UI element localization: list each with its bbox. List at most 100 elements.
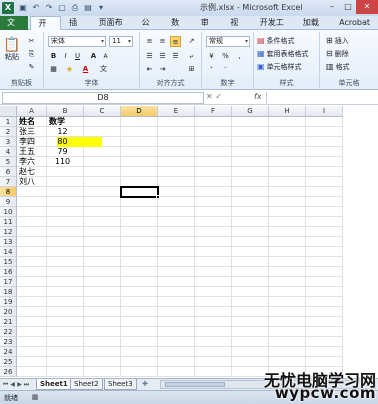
- tab-data[interactable]: 数据: [163, 16, 193, 41]
- tab-developer[interactable]: 开发工具: [252, 16, 295, 41]
- customize-qat-icon[interactable]: ▾: [96, 3, 106, 13]
- last-sheet-icon[interactable]: ⏭: [23, 380, 30, 389]
- phonetic-button[interactable]: 文: [98, 64, 109, 75]
- row-header-1[interactable]: 1: [0, 117, 17, 127]
- column-header-g[interactable]: G: [232, 106, 269, 117]
- font-name-combo[interactable]: 宋体 ▾: [48, 36, 106, 47]
- row-header-8[interactable]: 8: [0, 187, 17, 197]
- cell-b2[interactable]: 12: [47, 127, 78, 137]
- tab-home[interactable]: 开始: [29, 15, 62, 42]
- align-right-icon[interactable]: ☰: [170, 51, 181, 62]
- sheet-tab-sheet2[interactable]: Sheet2: [70, 379, 103, 390]
- enter-icon[interactable]: ✓: [215, 92, 222, 101]
- row-header-20[interactable]: 20: [0, 307, 17, 317]
- row-header-4[interactable]: 4: [0, 147, 17, 157]
- row-header-22[interactable]: 22: [0, 327, 17, 337]
- tab-page-layout[interactable]: 页面布局: [91, 16, 134, 41]
- row-header-12[interactable]: 12: [0, 227, 17, 237]
- format-as-table-button[interactable]: ▦ 套用表格格式: [257, 48, 309, 59]
- row-header-10[interactable]: 10: [0, 207, 17, 217]
- select-all-corner[interactable]: [0, 106, 17, 117]
- merge-center-icon[interactable]: ⊞: [186, 64, 197, 75]
- formula-input[interactable]: [266, 92, 376, 104]
- row-header-7[interactable]: 7: [0, 177, 17, 187]
- cell-a1[interactable]: 姓名: [19, 117, 47, 127]
- row-header-9[interactable]: 9: [0, 197, 17, 207]
- currency-icon[interactable]: ¥: [206, 51, 217, 62]
- close-icon[interactable]: ✕: [356, 0, 378, 14]
- delete-cells-button[interactable]: ⊟ 删除: [326, 48, 349, 59]
- cut-icon[interactable]: ✂: [26, 36, 37, 47]
- row-header-2[interactable]: 2: [0, 127, 17, 137]
- column-header-e[interactable]: E: [158, 106, 195, 117]
- column-header-i[interactable]: I: [306, 106, 343, 117]
- borders-icon[interactable]: ▦: [48, 64, 59, 75]
- wrap-text-icon[interactable]: ⤶: [186, 51, 197, 62]
- maximize-icon[interactable]: □: [340, 0, 356, 14]
- row-header-14[interactable]: 14: [0, 247, 17, 257]
- grow-font-button[interactable]: A: [88, 51, 99, 62]
- fill-color-icon[interactable]: ◈: [64, 64, 75, 75]
- decrease-indent-icon[interactable]: ⇤: [144, 64, 155, 75]
- align-top-icon[interactable]: ≡: [144, 36, 155, 47]
- sheet-tab-sheet1[interactable]: Sheet1: [36, 379, 72, 390]
- scroll-thumb[interactable]: [165, 382, 225, 387]
- row-header-13[interactable]: 13: [0, 237, 17, 247]
- cell-b4[interactable]: 79: [47, 147, 78, 157]
- cell-a3[interactable]: 李四: [19, 137, 47, 147]
- tab-insert[interactable]: 插入: [61, 16, 91, 41]
- cell-b1[interactable]: 数学: [49, 117, 84, 127]
- tab-view[interactable]: 视图: [222, 16, 252, 41]
- cell-a7[interactable]: 刘八: [19, 177, 47, 187]
- tab-acrobat[interactable]: Acrobat: [331, 16, 378, 30]
- new-icon[interactable]: ▢: [57, 3, 67, 13]
- first-sheet-icon[interactable]: ⏮: [2, 380, 9, 389]
- insert-cells-button[interactable]: ⊞ 插入: [326, 35, 349, 46]
- copy-icon[interactable]: ⎘: [26, 49, 37, 60]
- cell-a4[interactable]: 王五: [19, 147, 47, 157]
- italic-button[interactable]: I: [60, 51, 71, 62]
- number-format-combo[interactable]: 常规 ▾: [206, 36, 250, 47]
- minimize-icon[interactable]: –: [324, 0, 340, 14]
- comma-button[interactable]: ,: [234, 51, 245, 62]
- row-header-26[interactable]: 26: [0, 367, 17, 377]
- row-header-23[interactable]: 23: [0, 337, 17, 347]
- conditional-format-button[interactable]: ▤ 条件格式: [257, 35, 295, 46]
- shrink-font-button[interactable]: A: [100, 51, 111, 62]
- column-header-f[interactable]: F: [195, 106, 232, 117]
- row-header-5[interactable]: 5: [0, 157, 17, 167]
- row-header-6[interactable]: 6: [0, 167, 17, 177]
- active-cell-border[interactable]: [120, 186, 159, 198]
- column-header-b[interactable]: B: [47, 106, 84, 117]
- align-bottom-icon[interactable]: ≡: [170, 36, 181, 47]
- save-icon[interactable]: ▣: [18, 3, 28, 13]
- column-header-h[interactable]: H: [269, 106, 306, 117]
- cell-b3[interactable]: 80: [47, 137, 78, 147]
- redo-icon[interactable]: ↷: [44, 3, 54, 13]
- cell-a6[interactable]: 赵七: [19, 167, 47, 177]
- tab-review[interactable]: 审阅: [193, 16, 223, 41]
- row-header-19[interactable]: 19: [0, 297, 17, 307]
- underline-button[interactable]: U: [72, 51, 83, 62]
- row-header-17[interactable]: 17: [0, 277, 17, 287]
- row-header-11[interactable]: 11: [0, 217, 17, 227]
- bold-button[interactable]: B: [48, 51, 59, 62]
- column-header-d[interactable]: D: [121, 106, 158, 117]
- column-header-c[interactable]: C: [84, 106, 121, 117]
- macro-record-icon[interactable]: ▦: [30, 393, 40, 402]
- cell-b5[interactable]: 110: [47, 157, 78, 167]
- cell-a2[interactable]: 张三: [19, 127, 47, 137]
- sheet-tab-sheet3[interactable]: Sheet3: [104, 379, 137, 390]
- cell-a5[interactable]: 李六: [19, 157, 47, 167]
- tab-addins[interactable]: 加载项: [295, 16, 331, 41]
- align-center-icon[interactable]: ☰: [157, 51, 168, 62]
- insert-function-button[interactable]: fx: [254, 92, 262, 101]
- tab-file[interactable]: 文件: [0, 15, 28, 41]
- name-box[interactable]: D8: [2, 92, 204, 104]
- row-header-3[interactable]: 3: [0, 137, 17, 147]
- increase-decimal-icon[interactable]: ⁺: [206, 64, 217, 75]
- orientation-icon[interactable]: ↗: [186, 36, 197, 47]
- row-header-15[interactable]: 15: [0, 257, 17, 267]
- align-left-icon[interactable]: ☰: [144, 51, 155, 62]
- cancel-icon[interactable]: ✕: [206, 92, 213, 101]
